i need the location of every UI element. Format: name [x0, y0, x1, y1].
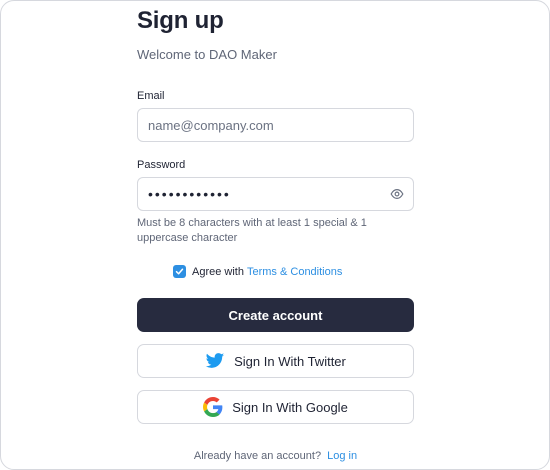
google-icon	[203, 397, 223, 417]
twitter-signin-label: Sign In With Twitter	[234, 353, 346, 369]
login-prompt: Already have an account? Log in	[137, 450, 414, 462]
check-icon	[175, 268, 184, 275]
login-prompt-text: Already have an account?	[193, 450, 322, 462]
google-signin-label: Sign In With Google	[232, 399, 348, 415]
terms-link[interactable]: Terms & Conditions	[247, 266, 342, 278]
signup-card: Sign up Welcome to DAO Maker Email Passw…	[0, 0, 550, 470]
page-title: Sign up	[137, 7, 224, 34]
login-link[interactable]: Log in	[327, 450, 357, 462]
email-field[interactable]	[137, 108, 414, 142]
terms-text: Agree with	[192, 265, 244, 278]
password-hint: Must be 8 characters with at least 1 spe…	[137, 217, 367, 244]
page-subtitle: Welcome to DAO Maker	[137, 47, 277, 62]
eye-icon[interactable]	[390, 187, 404, 201]
create-account-button[interactable]: Create account	[137, 298, 414, 332]
email-label: Email	[137, 90, 165, 102]
twitter-signin-button[interactable]: Sign In With Twitter	[137, 344, 414, 378]
google-signin-button[interactable]: Sign In With Google	[137, 390, 414, 424]
password-label: Password	[137, 159, 186, 171]
twitter-icon	[205, 353, 225, 368]
create-account-label: Create account	[228, 307, 323, 323]
terms-checkbox[interactable]	[173, 265, 186, 278]
terms-agreement: Agree with Terms & Conditions	[173, 265, 342, 278]
password-field[interactable]	[137, 177, 414, 211]
